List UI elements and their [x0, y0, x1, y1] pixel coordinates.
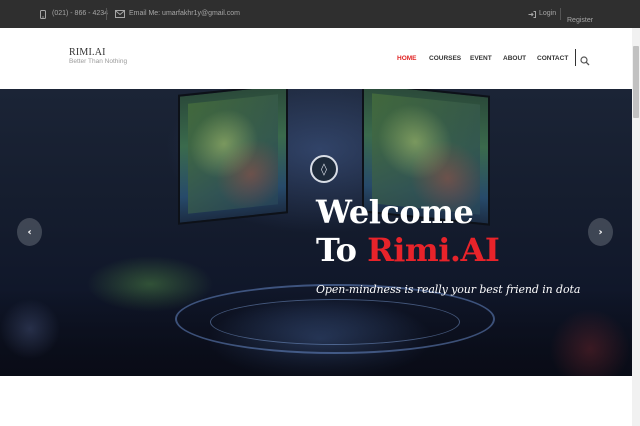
brand-name: RIMI.AI — [69, 47, 106, 58]
search-icon — [580, 56, 590, 66]
nav-divider — [575, 49, 576, 66]
nav-courses[interactable]: COURSES — [429, 55, 461, 63]
search-button[interactable] — [580, 53, 592, 66]
phone-icon — [40, 9, 46, 19]
chevron-right-icon: › — [598, 226, 603, 238]
arena-stage-inner — [210, 299, 460, 345]
phone-number: (021) - 866 - 4234 — [52, 10, 109, 17]
content-area — [0, 376, 632, 426]
slider-prev-button[interactable]: ‹ — [17, 218, 42, 246]
top-bar: (021) - 866 - 4234 Email Me: umarfakhr1y… — [0, 0, 640, 28]
page-scrollbar[interactable] — [632, 28, 640, 426]
nav-about[interactable]: ABOUT — [503, 55, 526, 63]
brand-tagline: Better Than Nothing — [69, 58, 128, 65]
topbar-divider — [106, 8, 107, 20]
hero-title-highlight: Rimi.AI — [367, 231, 500, 269]
arena-screen-left — [178, 89, 288, 225]
hero-title-line1: Welcome — [316, 193, 474, 231]
phone-contact: (021) - 866 - 4234 — [40, 9, 108, 19]
nav-home[interactable]: HOME — [397, 55, 417, 63]
dota-logo-icon: ◊ — [310, 155, 338, 183]
login-link[interactable]: Login — [539, 9, 556, 19]
nav-contact[interactable]: CONTACT — [537, 55, 568, 63]
hero-title-line2: To Rimi.AI — [316, 231, 500, 269]
hero-title-prefix: To — [316, 231, 357, 269]
brand-logo[interactable]: RIMI.AI Better Than Nothing — [69, 47, 127, 66]
nav-event[interactable]: EVENT — [470, 55, 492, 63]
login-link-wrap[interactable]: Login — [528, 9, 556, 19]
login-icon — [528, 10, 536, 18]
topbar-divider — [560, 8, 561, 20]
register-link[interactable]: Register — [567, 17, 593, 24]
slider-next-button[interactable]: › — [588, 218, 613, 246]
hero-subtitle: Open-mindness is really your best friend… — [316, 283, 581, 296]
chevron-left-icon: ‹ — [27, 226, 32, 238]
envelope-icon — [115, 10, 125, 18]
email-contact: Email Me: umarfakhr1y@gmail.com — [115, 9, 240, 19]
site-header: RIMI.AI Better Than Nothing HOME COURSES… — [0, 28, 632, 89]
scrollbar-thumb[interactable] — [633, 46, 639, 118]
email-address: Email Me: umarfakhr1y@gmail.com — [129, 10, 240, 17]
